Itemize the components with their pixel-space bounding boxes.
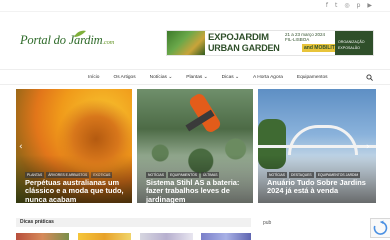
article-thumbnail[interactable] [201, 233, 251, 240]
main-nav: Início Os Artigos Notícias ⌄ Plantas ⌄ D… [0, 69, 390, 85]
banner-body: EXPOJARDIM 21 a 23 março 2024 FIL-LISBOA… [205, 31, 341, 55]
slide-title[interactable]: Anuário Tudo Sobre Jardins 2024 já está … [267, 178, 373, 196]
slider-next-arrow[interactable]: › [366, 142, 370, 152]
article-thumbnails [16, 233, 251, 240]
article-thumbnail[interactable] [78, 233, 131, 240]
section-header: Dicas práticas [16, 218, 251, 227]
slide-image-bridge-deck [258, 145, 376, 148]
banner-organizer-line2: EXPOSALÃO [338, 46, 360, 50]
pinterest-icon[interactable]: p [357, 2, 361, 9]
banner-photo [167, 31, 205, 55]
nav-item-inicio[interactable]: Início [88, 74, 99, 81]
recaptcha-badge[interactable] [370, 218, 390, 238]
nav-item-plantas[interactable]: Plantas ⌄ [186, 74, 207, 81]
banner-organizer: ORGANIZAÇÃO EXPOSALÃO [335, 31, 373, 55]
expojardim-banner[interactable]: EXPOJARDIM 21 a 23 março 2024 FIL-LISBOA… [166, 30, 374, 56]
recaptcha-icon [373, 220, 388, 235]
nav-item-noticias[interactable]: Notícias ⌄ [150, 74, 173, 81]
slide-2[interactable]: NOTÍCIAS EQUIPAMENTOS ÚLTIMAS Sistema St… [137, 89, 253, 203]
logo-text: Portal do Jardim.com [20, 33, 114, 48]
page: f t ◎ p ▶ Portal do Jardim.com EXPOJARDI… [0, 0, 390, 240]
facebook-icon[interactable]: f [326, 2, 328, 9]
nav-item-dicas[interactable]: Dicas ⌄ [222, 74, 239, 81]
banner-date: 21 a 23 março 2024 FIL-LISBOA [285, 32, 325, 42]
slide-image-bridge [288, 125, 358, 155]
banner-location: FIL-LISBOA [285, 37, 310, 42]
search-icon[interactable] [366, 74, 373, 81]
youtube-icon[interactable]: ▶ [367, 2, 372, 9]
nav-item-artigos[interactable]: Os Artigos [113, 74, 135, 81]
article-thumbnail[interactable] [16, 233, 69, 240]
featured-slider: PLANTAS ÁRVORES E ARBUSTOS EXOTICAS Perp… [16, 89, 376, 203]
sidebar-label: pub [263, 220, 272, 226]
section-title: Dicas práticas [20, 219, 54, 225]
nav-item-equipamentos[interactable]: Equipamentos [297, 74, 328, 81]
slider-prev-arrow[interactable]: ‹ [19, 142, 23, 152]
slide-title[interactable]: Perpétuas australianas um clássico e a m… [25, 178, 131, 203]
banner-organizer-line1: ORGANIZAÇÃO [338, 40, 365, 44]
banner-title-2: URBAN GARDEN [208, 43, 280, 53]
slide-3[interactable]: NOTÍCIAS DESTAQUES EQUIPAMENTOS JARDIM A… [258, 89, 376, 203]
instagram-icon[interactable]: ◎ [344, 2, 349, 9]
top-bar: f t ◎ p ▶ [0, 0, 390, 12]
logo-name: Portal do Jardim [20, 33, 103, 47]
banner-title-1: EXPOJARDIM [208, 32, 269, 43]
nav-items: Início Os Artigos Notícias ⌄ Plantas ⌄ D… [88, 74, 342, 81]
site-logo[interactable]: Portal do Jardim.com [20, 30, 130, 56]
twitter-icon[interactable]: t [335, 2, 337, 9]
nav-item-horta[interactable]: A Horta Agora [253, 74, 283, 81]
slide-title[interactable]: Sistema Stihl AS a bateria: fazer trabal… [146, 178, 252, 203]
article-thumbnail[interactable] [140, 233, 193, 240]
slide-1[interactable]: PLANTAS ÁRVORES E ARBUSTOS EXOTICAS Perp… [16, 89, 132, 203]
logo-tld: .com [102, 39, 115, 46]
social-links: f t ◎ p ▶ [326, 2, 372, 9]
